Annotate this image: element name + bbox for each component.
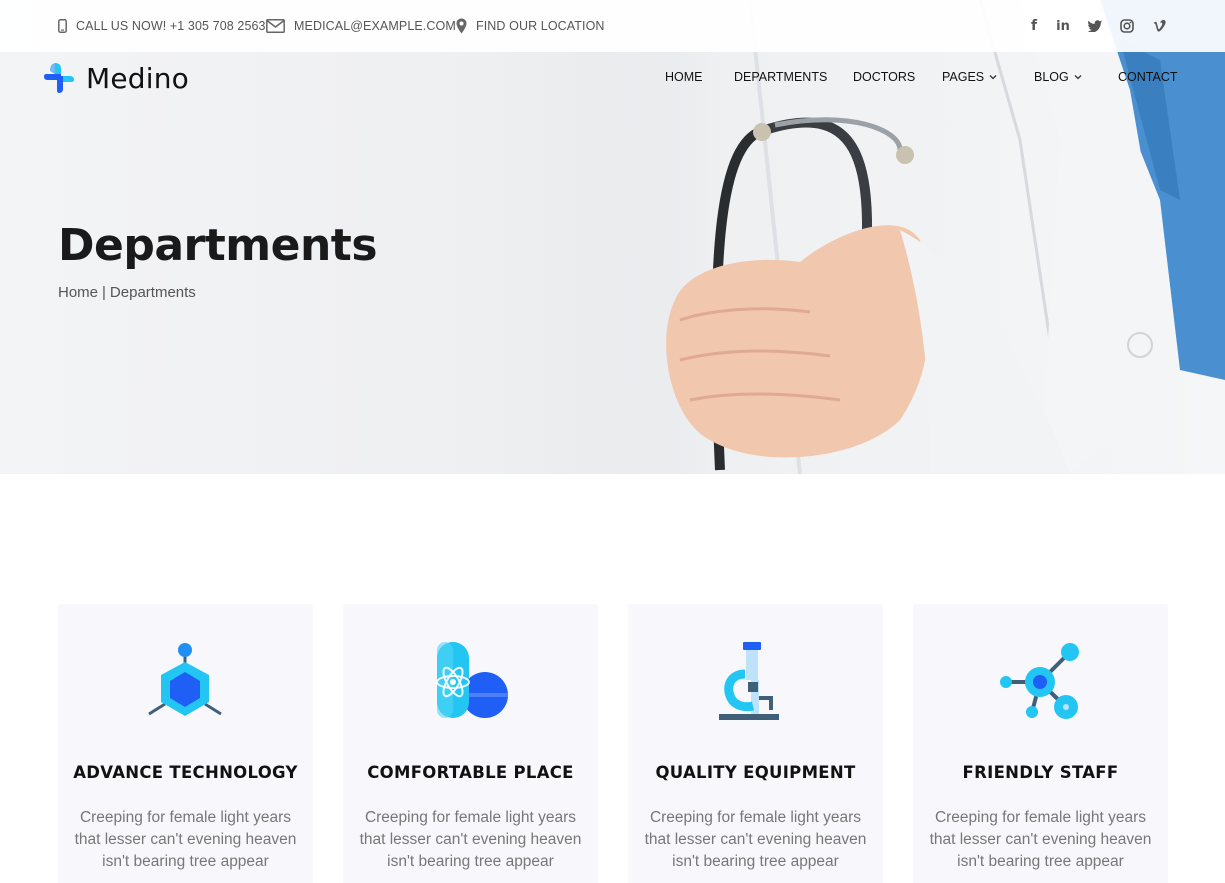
feature-description: Creeping for female light years that les… bbox=[644, 809, 867, 870]
feature-title: ADVANCE TECHNOLOGY bbox=[73, 763, 298, 782]
nav-home-label: HOME bbox=[665, 70, 703, 84]
nav-doctors[interactable]: DOCTORS bbox=[853, 70, 915, 84]
feature-title: FRIENDLY STAFF bbox=[962, 763, 1119, 782]
breadcrumb-current: Departments bbox=[109, 284, 196, 301]
molecule-hexagon-icon bbox=[148, 643, 222, 716]
microscope-icon bbox=[719, 642, 779, 720]
pills-icon bbox=[436, 642, 508, 718]
network-nodes-icon bbox=[1000, 643, 1079, 719]
nav-contact-label: CONTACT bbox=[1118, 70, 1178, 84]
nav-home[interactable]: HOME bbox=[665, 70, 703, 84]
top-bar: CALL US NOW! +1 305 708 2563 MEDICAL@EXA… bbox=[0, 0, 1225, 52]
breadcrumb-separator: | bbox=[102, 284, 106, 301]
breadcrumb: Home | Departments bbox=[58, 284, 196, 301]
phone-contact[interactable]: CALL US NOW! +1 305 708 2563 bbox=[58, 0, 266, 52]
nav-contact[interactable]: CONTACT bbox=[1118, 70, 1178, 84]
feature-card-advance-technology: ADVANCE TECHNOLOGY Creeping for female l… bbox=[58, 604, 313, 883]
brand-name: Medino bbox=[86, 61, 190, 95]
medical-cross-icon bbox=[44, 63, 74, 93]
nav-doctors-label: DOCTORS bbox=[853, 70, 916, 84]
location-label: FIND OUR LOCATION bbox=[476, 19, 605, 33]
facebook-icon[interactable]: f bbox=[1023, 0, 1045, 52]
email-label: MEDICAL@EXAMPLE.COM bbox=[294, 19, 456, 33]
envelope-icon bbox=[266, 19, 285, 33]
nav-pages-label: PAGES bbox=[942, 70, 985, 84]
page-title: Departments bbox=[58, 220, 378, 271]
location-contact[interactable]: FIND OUR LOCATION bbox=[456, 0, 605, 52]
phone-label: CALL US NOW! +1 305 708 2563 bbox=[76, 19, 266, 33]
nav-departments-label: DEPARTMENTS bbox=[734, 70, 828, 84]
breadcrumb-home[interactable]: Home bbox=[58, 284, 98, 301]
nav-blog-label: BLOG bbox=[1034, 70, 1069, 84]
chevron-down-icon bbox=[1074, 75, 1082, 80]
phone-icon bbox=[58, 19, 67, 33]
map-pin-icon bbox=[456, 18, 467, 34]
instagram-icon[interactable] bbox=[1116, 0, 1138, 52]
feature-description: Creeping for female light years that les… bbox=[929, 809, 1152, 870]
feature-card-quality-equipment: QUALITY EQUIPMENT Creeping for female li… bbox=[628, 604, 883, 883]
chevron-down-icon bbox=[989, 75, 997, 80]
nav-pages[interactable]: PAGES bbox=[942, 70, 997, 84]
feature-description: Creeping for female light years that les… bbox=[74, 809, 297, 870]
twitter-icon[interactable] bbox=[1084, 0, 1106, 52]
feature-card-friendly-staff: FRIENDLY STAFF Creeping for female light… bbox=[913, 604, 1168, 883]
nav-departments[interactable]: DEPARTMENTS bbox=[734, 70, 827, 84]
nav-blog[interactable]: BLOG bbox=[1034, 70, 1082, 84]
vimeo-icon[interactable] bbox=[1149, 0, 1171, 52]
email-contact[interactable]: MEDICAL@EXAMPLE.COM bbox=[266, 0, 456, 52]
feature-card-comfortable-place: COMFORTABLE PLACE Creeping for female li… bbox=[343, 604, 598, 883]
feature-title: COMFORTABLE PLACE bbox=[367, 763, 574, 782]
feature-description: Creeping for female light years that les… bbox=[359, 809, 582, 870]
linkedin-icon[interactable]: in bbox=[1052, 0, 1074, 52]
feature-title: QUALITY EQUIPMENT bbox=[655, 763, 856, 782]
brand-logo[interactable]: Medino bbox=[42, 61, 189, 95]
